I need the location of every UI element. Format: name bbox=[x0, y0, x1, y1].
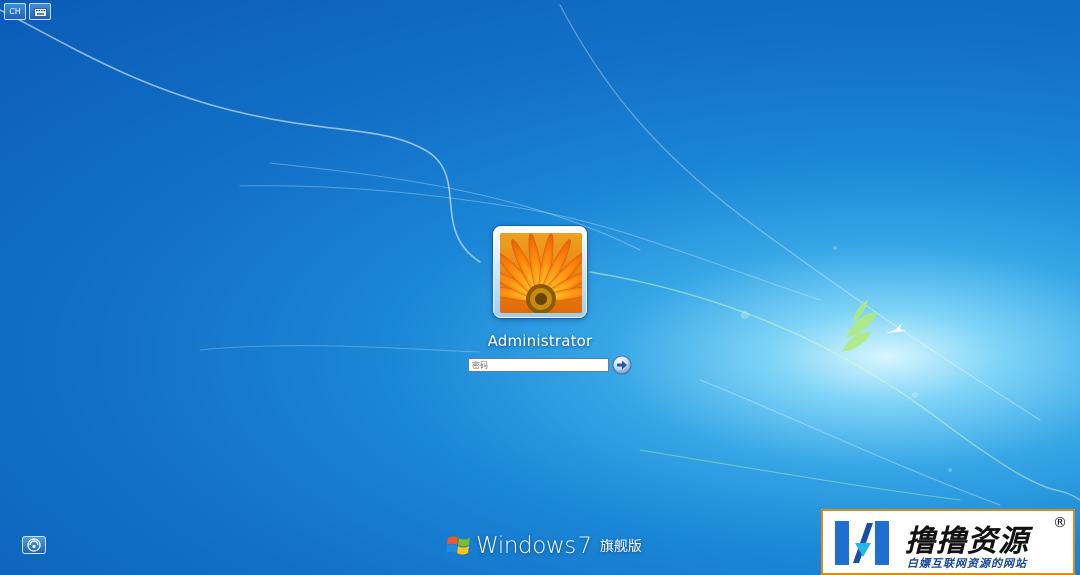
ease-of-access-icon bbox=[27, 538, 41, 552]
submit-button[interactable] bbox=[612, 355, 632, 375]
windows-version: 7 bbox=[577, 533, 592, 559]
keyboard-button[interactable] bbox=[29, 3, 51, 20]
orange-flower-user-picture bbox=[500, 233, 582, 313]
windows-branding: Windows 7 旗舰版 bbox=[446, 532, 642, 560]
ease-of-access-button[interactable] bbox=[22, 536, 46, 554]
password-input[interactable] bbox=[468, 358, 609, 372]
watermark-title: 撸撸资源 bbox=[905, 524, 1029, 559]
windows-flag-icon bbox=[446, 536, 470, 555]
keyboard-icon bbox=[33, 7, 47, 17]
arrow-right-icon bbox=[612, 355, 632, 375]
watermark-subtitle: 白嫖互联网资源的网站 bbox=[907, 557, 1027, 570]
registered-mark: ® bbox=[1053, 515, 1067, 531]
windows-name: Windows bbox=[476, 533, 576, 559]
user-picture-tile[interactable] bbox=[493, 226, 587, 318]
site-watermark: 撸撸资源 ® 白嫖互联网资源的网站 bbox=[821, 509, 1075, 575]
site-logo bbox=[835, 521, 889, 565]
user-name: Administrator bbox=[487, 332, 593, 350]
language-bar-button[interactable]: CH bbox=[4, 3, 26, 20]
windows-edition: 旗舰版 bbox=[599, 539, 642, 555]
